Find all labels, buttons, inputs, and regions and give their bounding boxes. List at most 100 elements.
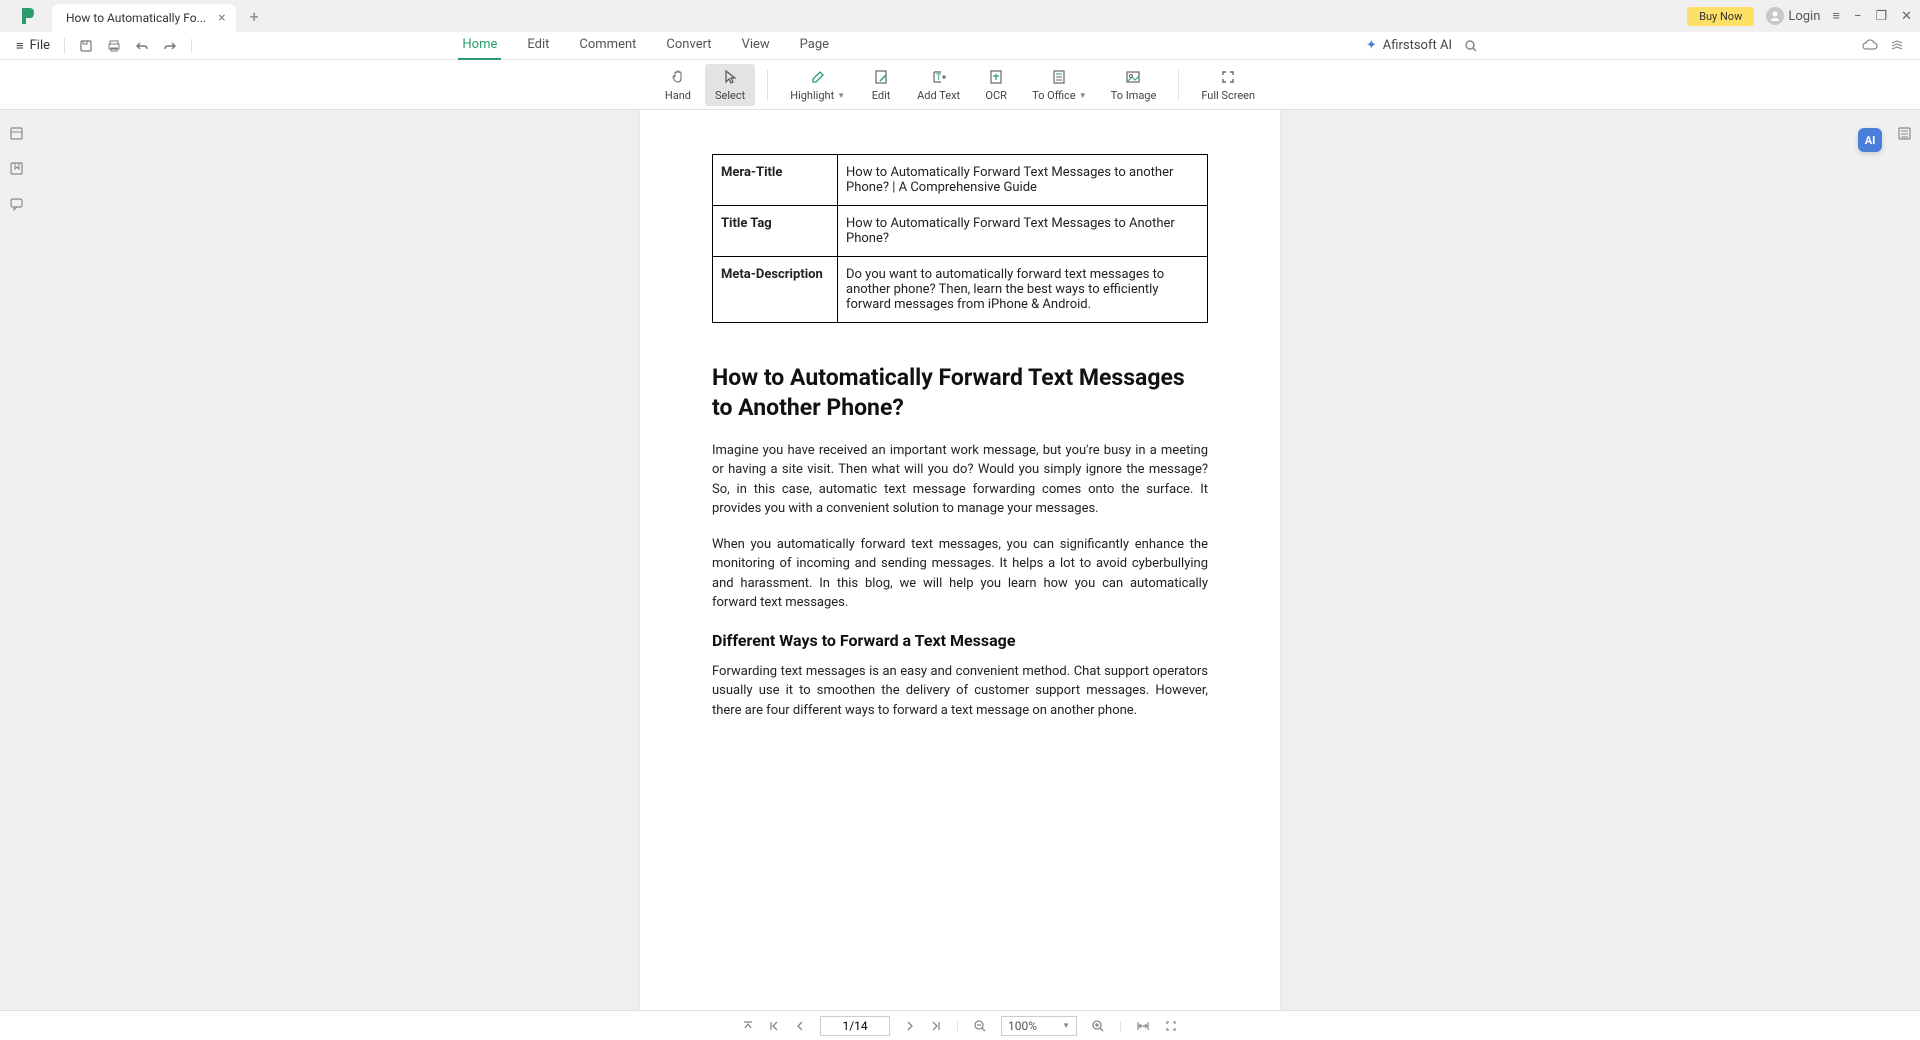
hamburger-menu-icon[interactable]: ≡ (1832, 8, 1840, 24)
ai-assistant-button[interactable]: ✦ Afirstsoft AI (1366, 38, 1452, 53)
document-paragraph: Forwarding text messages is an easy and … (712, 662, 1208, 721)
close-window-icon[interactable]: ✕ (1901, 9, 1912, 24)
document-heading-2: Different Ways to Forward a Text Message (712, 631, 1208, 650)
separator: | (1119, 1019, 1122, 1033)
edit-tool[interactable]: Edit (859, 64, 903, 106)
scroll-top-icon[interactable] (742, 1020, 754, 1032)
document-paragraph: Imagine you have received an important w… (712, 441, 1208, 519)
to-image-tool[interactable]: To Image (1101, 64, 1167, 106)
zoom-value: 100% (1008, 1019, 1037, 1033)
tab-comment[interactable]: Comment (575, 33, 640, 58)
login-button[interactable]: Login (1766, 7, 1820, 25)
hand-tool[interactable]: Hand (655, 64, 701, 106)
hamburger-icon: ≡ (16, 38, 24, 54)
chevron-down-icon: ▼ (1062, 1021, 1070, 1030)
file-menu-label: File (30, 38, 50, 53)
select-label: Select (715, 89, 745, 102)
full-screen-label: Full Screen (1201, 89, 1255, 102)
hand-icon (670, 68, 686, 86)
edit-label: Edit (872, 89, 891, 102)
search-icon[interactable] (1464, 39, 1478, 53)
office-icon (1051, 68, 1067, 86)
table-cell-label: Mera-Title (713, 155, 838, 206)
add-text-icon: T (931, 68, 947, 86)
page-number-input[interactable] (820, 1016, 890, 1036)
svg-text:T: T (936, 73, 942, 83)
chevron-down-icon: ▼ (1079, 91, 1087, 100)
first-page-icon[interactable] (768, 1020, 780, 1032)
cloud-icon[interactable] (1862, 39, 1878, 53)
pencil-icon (810, 68, 826, 86)
fullscreen-icon (1220, 68, 1236, 86)
bookmark-panel-icon[interactable] (9, 161, 24, 176)
buy-now-button[interactable]: Buy Now (1687, 7, 1754, 26)
table-cell-value: Do you want to automatically forward tex… (838, 257, 1208, 323)
close-tab-icon[interactable]: × (216, 10, 227, 26)
chevron-down-icon: ▼ (837, 91, 845, 100)
edit-doc-icon (873, 68, 889, 86)
minimize-icon[interactable]: − (1854, 9, 1861, 24)
redo-icon[interactable] (163, 39, 177, 53)
tab-title: How to Automatically Fo... (66, 11, 206, 25)
ai-badge-label: AI (1865, 134, 1876, 147)
thumbnail-panel-icon[interactable] (9, 126, 24, 141)
tab-home[interactable]: Home (458, 33, 501, 58)
document-heading-1: How to Automatically Forward Text Messag… (712, 363, 1208, 423)
tab-convert[interactable]: Convert (662, 33, 715, 58)
zoom-out-icon[interactable] (973, 1019, 987, 1033)
table-row: Mera-Title How to Automatically Forward … (713, 155, 1208, 206)
prev-page-icon[interactable] (794, 1020, 806, 1032)
highlight-label: Highlight (790, 89, 834, 102)
pdf-page: Mera-Title How to Automatically Forward … (640, 110, 1280, 1010)
zoom-in-icon[interactable] (1091, 1019, 1105, 1033)
hand-label: Hand (665, 89, 691, 102)
fit-width-icon[interactable] (1136, 1020, 1150, 1032)
to-office-tool[interactable]: To Office ▼ (1022, 64, 1097, 106)
to-office-label: To Office (1032, 89, 1076, 102)
table-cell-value: How to Automatically Forward Text Messag… (838, 206, 1208, 257)
table-row: Title Tag How to Automatically Forward T… (713, 206, 1208, 257)
add-text-tool[interactable]: T Add Text (907, 64, 970, 106)
meta-table: Mera-Title How to Automatically Forward … (712, 154, 1208, 323)
zoom-select[interactable]: 100% ▼ (1001, 1016, 1077, 1036)
expand-icon[interactable] (1890, 39, 1904, 53)
table-cell-label: Title Tag (713, 206, 838, 257)
last-page-icon[interactable] (930, 1020, 942, 1032)
document-tab[interactable]: How to Automatically Fo... × (52, 4, 236, 32)
properties-panel-icon[interactable] (1897, 126, 1912, 141)
separator (767, 70, 768, 100)
separator: | (956, 1019, 959, 1033)
table-row: Meta-Description Do you want to automati… (713, 257, 1208, 323)
document-paragraph: When you automatically forward text mess… (712, 535, 1208, 613)
add-text-label: Add Text (917, 89, 960, 102)
avatar-icon (1766, 7, 1784, 25)
next-page-icon[interactable] (904, 1020, 916, 1032)
sparkle-icon: ✦ (1366, 38, 1377, 53)
ocr-icon (988, 68, 1004, 86)
fit-page-icon[interactable] (1164, 1019, 1178, 1033)
comment-panel-icon[interactable] (9, 196, 24, 211)
print-icon[interactable] (107, 39, 121, 53)
undo-icon[interactable] (135, 39, 149, 53)
ai-label: Afirstsoft AI (1383, 38, 1452, 53)
ocr-tool[interactable]: OCR (974, 64, 1018, 106)
table-cell-label: Meta-Description (713, 257, 838, 323)
tab-page[interactable]: Page (796, 33, 833, 58)
tab-edit[interactable]: Edit (523, 33, 553, 58)
file-menu[interactable]: ≡ File (16, 38, 65, 54)
separator (1178, 70, 1179, 100)
save-icon[interactable] (79, 39, 93, 53)
ai-floating-badge[interactable]: AI (1858, 128, 1882, 152)
new-tab-button[interactable]: + (250, 7, 259, 26)
tab-view[interactable]: View (738, 33, 774, 58)
full-screen-tool[interactable]: Full Screen (1191, 64, 1265, 106)
restore-icon[interactable]: ❐ (1875, 9, 1887, 24)
login-label: Login (1788, 9, 1820, 24)
to-image-label: To Image (1111, 89, 1157, 102)
table-cell-value: How to Automatically Forward Text Messag… (838, 155, 1208, 206)
image-icon (1125, 68, 1141, 86)
document-viewport[interactable]: Mera-Title How to Automatically Forward … (32, 110, 1888, 1010)
select-tool[interactable]: Select (705, 64, 755, 106)
highlight-tool[interactable]: Highlight ▼ (780, 64, 855, 106)
app-logo (16, 4, 40, 28)
